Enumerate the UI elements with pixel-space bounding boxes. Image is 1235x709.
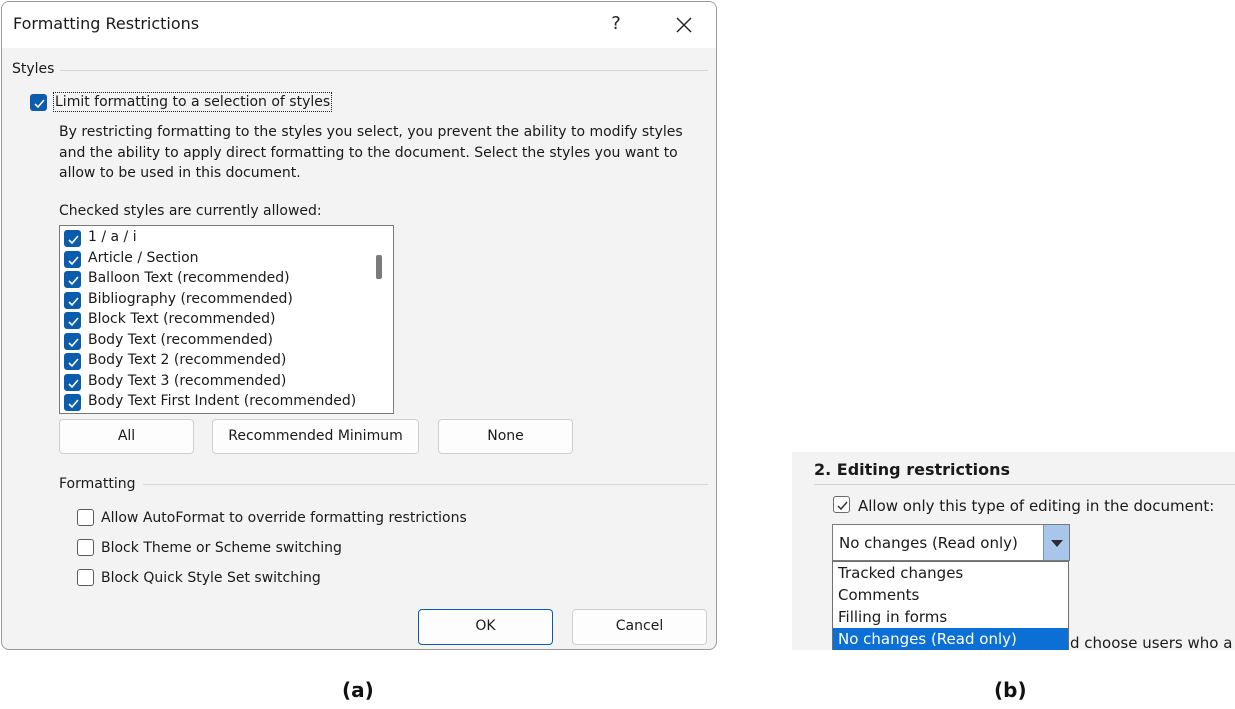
- check-icon: [68, 358, 79, 368]
- formatting-group-divider: [143, 484, 708, 485]
- style-checkbox[interactable]: [64, 230, 81, 247]
- limit-formatting-label[interactable]: Limit formatting to a selection of style…: [52, 92, 333, 112]
- block-theme-checkbox[interactable]: [77, 539, 94, 556]
- list-item[interactable]: Body Text 3 (recommended): [60, 372, 365, 392]
- editing-type-dropdown-list[interactable]: Tracked changes Comments Filling in form…: [832, 561, 1069, 650]
- check-icon: [68, 317, 79, 327]
- caption-a: (a): [342, 678, 374, 702]
- style-checkbox[interactable]: [64, 332, 81, 350]
- style-label: Body Text 3 (recommended): [88, 372, 287, 389]
- style-label: Block Text (recommended): [88, 311, 276, 327]
- editing-restrictions-panel: 2. Editing restrictions Allow only this …: [792, 452, 1235, 650]
- editing-restrictions-heading: 2. Editing restrictions: [814, 460, 1011, 479]
- restriction-description: By restricting formatting to the styles …: [59, 124, 683, 181]
- all-button[interactable]: All: [59, 419, 194, 454]
- ok-button[interactable]: OK: [418, 609, 553, 645]
- block-quick-style-label[interactable]: Block Quick Style Set switching: [101, 570, 321, 586]
- list-item[interactable]: Bibliography (recommended): [60, 290, 365, 310]
- formatting-group-label: Formatting: [59, 476, 136, 492]
- check-icon: [68, 255, 79, 265]
- style-label: Body Text First Indent (recommended): [88, 393, 357, 409]
- cancel-button[interactable]: Cancel: [572, 609, 707, 645]
- heading-divider: [814, 484, 1235, 485]
- check-icon: [68, 276, 79, 286]
- style-checkbox[interactable]: [64, 250, 81, 268]
- check-icon: [34, 99, 45, 109]
- styles-group-label: Styles: [12, 61, 55, 77]
- block-quick-style-checkbox[interactable]: [77, 569, 94, 586]
- recommended-minimum-button[interactable]: Recommended Minimum: [212, 419, 419, 454]
- check-icon: [68, 235, 79, 245]
- allow-autoformat-checkbox[interactable]: [77, 509, 94, 526]
- styles-group-divider: [60, 70, 708, 71]
- close-button[interactable]: [666, 8, 702, 42]
- editing-type-combobox[interactable]: No changes (Read only): [832, 524, 1070, 561]
- style-label: Bibliography (recommended): [88, 290, 293, 307]
- formatting-restrictions-dialog: Formatting Restrictions ? Styles Limit f…: [1, 1, 717, 650]
- list-item[interactable]: Body Text First Indent (recommended): [60, 392, 365, 412]
- option-tracked-changes[interactable]: Tracked changes: [833, 562, 1068, 584]
- check-icon: [68, 378, 79, 388]
- style-checkbox[interactable]: [64, 353, 81, 370]
- style-label: Body Text 2 (recommended): [88, 352, 287, 368]
- list-item[interactable]: Body Text 2 (recommended): [60, 351, 365, 371]
- caption-b: (b): [994, 678, 1027, 702]
- style-checkbox[interactable]: [64, 373, 81, 391]
- style-checkbox[interactable]: [64, 394, 81, 411]
- styles-listbox[interactable]: 1 / a / i Article / Section Balloon Text…: [59, 225, 394, 414]
- style-checkbox[interactable]: [64, 271, 81, 288]
- list-caption: Checked styles are currently allowed:: [59, 203, 322, 219]
- dialog-title: Formatting Restrictions: [13, 14, 200, 33]
- list-item[interactable]: 1 / a / i: [60, 228, 365, 248]
- partially-hidden-text: d choose users who a: [1070, 634, 1233, 650]
- style-label: Article / Section: [88, 249, 199, 266]
- list-item[interactable]: Body Text (recommended): [60, 331, 365, 351]
- help-button[interactable]: ?: [600, 8, 632, 40]
- style-label: 1 / a / i: [88, 229, 137, 245]
- dialog-titlebar: Formatting Restrictions ?: [2, 2, 716, 48]
- style-checkbox[interactable]: [64, 291, 81, 309]
- list-item[interactable]: Article / Section: [60, 249, 365, 269]
- listbox-scrollbar-thumb[interactable]: [376, 255, 382, 279]
- option-filling-in-forms[interactable]: Filling in forms: [833, 606, 1068, 628]
- none-button[interactable]: None: [438, 419, 573, 454]
- option-no-changes[interactable]: No changes (Read only): [833, 628, 1068, 650]
- style-label: Balloon Text (recommended): [88, 270, 290, 286]
- check-icon: [68, 337, 79, 347]
- block-theme-label[interactable]: Block Theme or Scheme switching: [101, 540, 342, 556]
- close-icon: [676, 17, 692, 33]
- check-icon: [68, 296, 79, 306]
- style-label: Body Text (recommended): [88, 331, 273, 348]
- allow-editing-label[interactable]: Allow only this type of editing in the d…: [858, 497, 1214, 515]
- list-item[interactable]: Block Text (recommended): [60, 310, 365, 330]
- check-icon: [68, 399, 79, 409]
- combobox-value: No changes (Read only): [839, 534, 1018, 552]
- allow-autoformat-label[interactable]: Allow AutoFormat to override formatting …: [101, 510, 467, 526]
- limit-formatting-checkbox[interactable]: [30, 94, 47, 111]
- allow-editing-checkbox[interactable]: [833, 496, 850, 513]
- dropdown-arrow-icon: [1051, 540, 1063, 547]
- combobox-dropdown-button[interactable]: [1043, 525, 1069, 560]
- style-checkbox[interactable]: [64, 312, 81, 329]
- option-comments[interactable]: Comments: [833, 584, 1068, 606]
- check-icon: [837, 501, 848, 511]
- list-item[interactable]: Balloon Text (recommended): [60, 269, 365, 289]
